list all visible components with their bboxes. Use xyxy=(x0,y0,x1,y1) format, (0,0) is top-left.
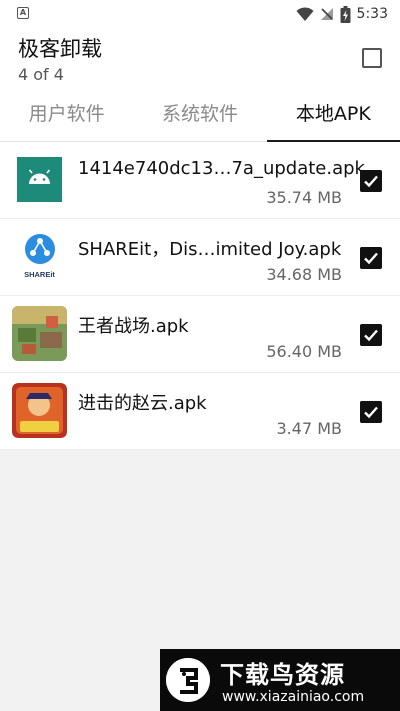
tab-user-apps[interactable]: 用户软件 xyxy=(0,86,133,141)
shareit-icon: SHAREit xyxy=(12,229,67,284)
apk-name: 1414e740dc13…7a_update.apk xyxy=(78,158,365,179)
game-zhaoyun-icon xyxy=(12,383,67,438)
shareit-logo-text: SHAREit xyxy=(24,270,55,279)
tab-local-apk[interactable]: 本地APK xyxy=(266,86,400,142)
apk-list: 1414e740dc13…7a_update.apk 35.74 MB SHAR… xyxy=(0,142,400,450)
status-time: 5:33 xyxy=(356,6,388,22)
apk-name: 进击的赵云.apk xyxy=(78,393,207,414)
status-bar: A 5:33 xyxy=(0,0,400,28)
wifi-icon xyxy=(296,6,314,21)
checkbox-checked-icon[interactable] xyxy=(360,324,382,346)
apk-size: 3.47 MB xyxy=(276,419,343,438)
apk-name: 王者战场.apk xyxy=(78,316,189,337)
select-all-checkbox[interactable] xyxy=(362,48,382,68)
android-icon xyxy=(12,152,67,207)
page-title: 极客卸载 xyxy=(18,37,102,61)
app-header: 极客卸载 4 of 4 xyxy=(0,28,400,86)
apk-size: 34.68 MB xyxy=(266,265,342,284)
apk-name: SHAREit，Dis…imited Joy.apk xyxy=(78,239,342,260)
battery-charging-icon xyxy=(340,5,351,23)
watermark-title: 下载鸟资源 xyxy=(220,661,345,689)
tab-system-apps[interactable]: 系统软件 xyxy=(133,86,266,141)
screen: A 5:33 极客卸载 4 of 4 用户软件 系统软件 本地APK 1414e… xyxy=(0,0,400,711)
apk-size: 35.74 MB xyxy=(266,188,342,207)
checkbox-checked-icon[interactable] xyxy=(360,247,382,269)
tab-bar: 用户软件 系统软件 本地APK xyxy=(0,86,400,142)
checkbox-checked-icon[interactable] xyxy=(360,401,382,423)
watermark-logo-icon xyxy=(166,658,210,702)
no-signal-icon xyxy=(320,8,333,20)
status-icons: 5:33 xyxy=(296,5,388,23)
watermark-url: www.xiazainiao.com xyxy=(222,689,365,705)
apk-size: 56.40 MB xyxy=(266,342,342,361)
list-item[interactable]: 王者战场.apk 56.40 MB xyxy=(0,296,400,373)
site-watermark: 下载鸟资源 www.xiazainiao.com xyxy=(160,649,400,711)
list-item[interactable]: 1414e740dc13…7a_update.apk 35.74 MB xyxy=(0,142,400,219)
accessibility-indicator-icon: A xyxy=(17,7,29,19)
game-wangzhe-icon xyxy=(12,306,67,361)
selection-count: 4 of 4 xyxy=(18,65,64,84)
checkbox-checked-icon[interactable] xyxy=(360,170,382,192)
list-item[interactable]: SHAREit SHAREit，Dis…imited Joy.apk 34.68… xyxy=(0,219,400,296)
list-item[interactable]: 进击的赵云.apk 3.47 MB xyxy=(0,373,400,450)
